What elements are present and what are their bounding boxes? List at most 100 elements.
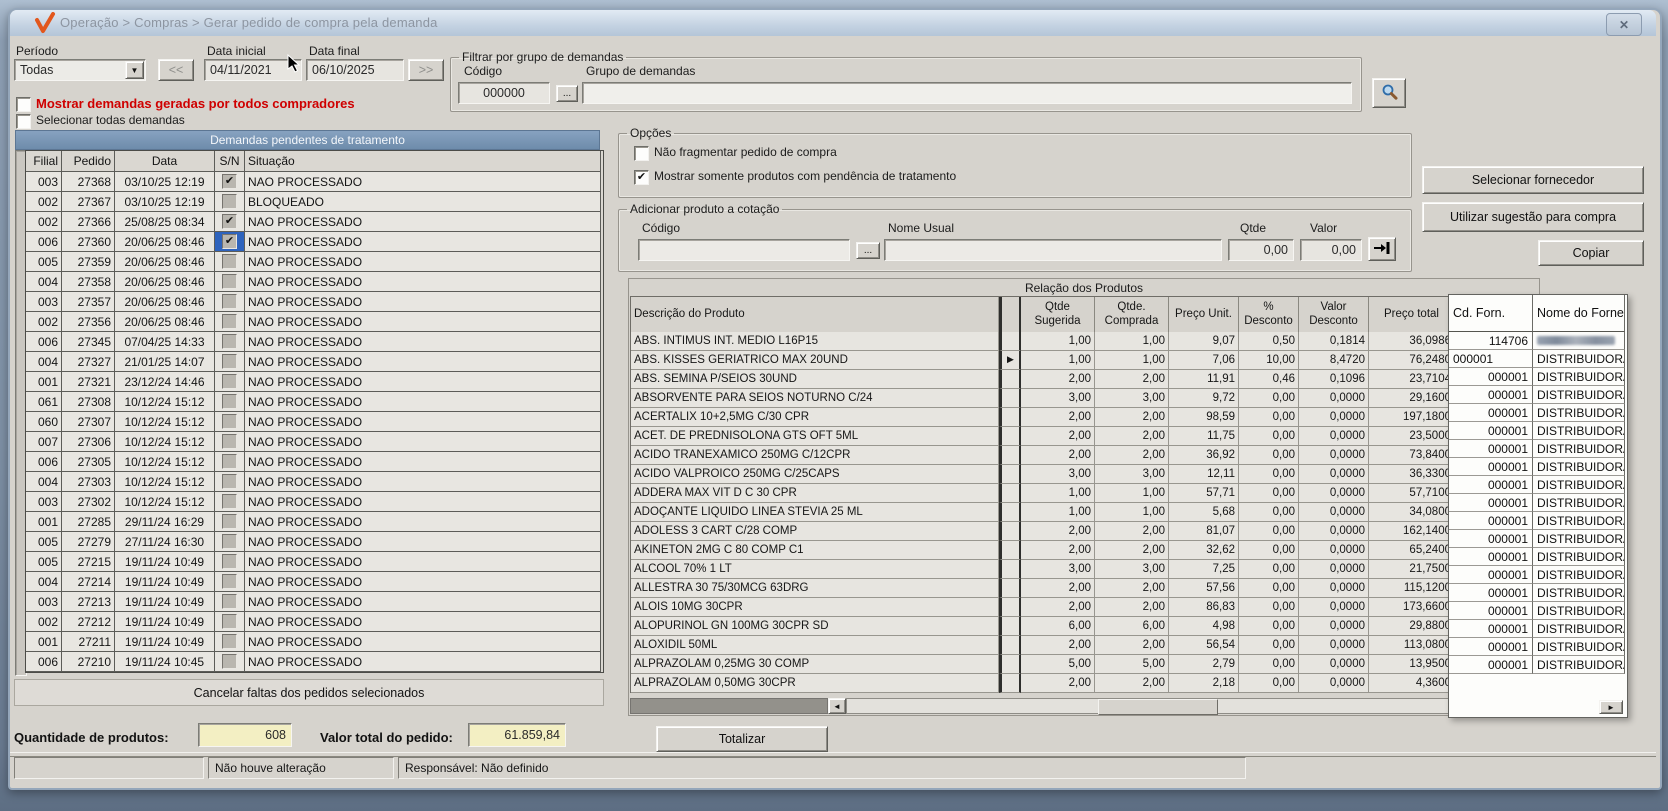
- product-row[interactable]: ABS. SEMINA P/SEIOS 30UND2,002,0011,910,…: [631, 370, 1455, 389]
- demand-row[interactable]: 0012728529/11/24 16:29NAO PROCESSADO: [26, 512, 603, 532]
- product-row[interactable]: ALCOOL 70% 1 LT3,003,007,250,000,000021,…: [631, 560, 1455, 579]
- fornecedor-row[interactable]: 000001DISTRIBUIDORA: [1449, 638, 1627, 656]
- demand-row[interactable]: 0042721419/11/24 10:49NAO PROCESSADO: [26, 572, 603, 592]
- selecionar-todas-checkbox[interactable]: [16, 114, 31, 129]
- sn-checkbox-cell[interactable]: [215, 372, 245, 392]
- demand-row[interactable]: 0032730210/12/24 15:12NAO PROCESSADO: [26, 492, 603, 512]
- fornecedor-row[interactable]: 000001DISTRIBUIDORA: [1449, 494, 1627, 512]
- fornecedor-row[interactable]: 000001DISTRIBUIDORA: [1449, 620, 1627, 638]
- utilizar-sugestao-button[interactable]: Utilizar sugestão para compra: [1422, 202, 1644, 232]
- sn-checkbox-cell[interactable]: [215, 592, 245, 612]
- demand-row[interactable]: 0032735720/06/25 08:46NAO PROCESSADO: [26, 292, 603, 312]
- demand-row[interactable]: 0042730310/12/24 15:12NAO PROCESSADO: [26, 472, 603, 492]
- nome-usual-input[interactable]: [884, 239, 1222, 261]
- demand-row[interactable]: 0062721019/11/24 10:45NAO PROCESSADO: [26, 652, 603, 672]
- cancelar-faltas-button[interactable]: Cancelar faltas dos pedidos selecionados: [14, 679, 604, 706]
- codigo-grupo-input[interactable]: 000000: [458, 82, 550, 104]
- prev-period-button[interactable]: <<: [158, 59, 194, 81]
- sn-checkbox-cell[interactable]: [215, 412, 245, 432]
- demand-row[interactable]: 0022736703/10/25 12:19BLOQUEADO: [26, 192, 603, 212]
- product-row[interactable]: ABS. KISSES GERIATRICO MAX 20UND►1,001,0…: [631, 351, 1455, 370]
- demand-row[interactable]: 0032721319/11/24 10:49NAO PROCESSADO: [26, 592, 603, 612]
- sn-checkbox-cell[interactable]: [215, 332, 245, 352]
- demand-row[interactable]: 0062734507/04/25 14:33NAO PROCESSADO: [26, 332, 603, 352]
- fornecedor-row[interactable]: 000001DISTRIBUIDORA: [1449, 458, 1627, 476]
- fornecedor-row[interactable]: 000001DISTRIBUIDORA: [1449, 566, 1627, 584]
- sn-checkbox-cell[interactable]: ✔: [215, 232, 245, 252]
- sn-checkbox-cell[interactable]: ✔: [215, 212, 245, 232]
- data-final-input[interactable]: 06/10/2025: [306, 59, 404, 81]
- scroll-left-button[interactable]: ◄: [828, 698, 846, 714]
- sn-checkbox-cell[interactable]: [215, 352, 245, 372]
- sn-checkbox-cell[interactable]: [215, 612, 245, 632]
- totalizar-button[interactable]: Totalizar: [656, 726, 828, 752]
- nao-fragmentar-checkbox[interactable]: [634, 146, 649, 161]
- demand-row[interactable]: 0022721219/11/24 10:49NAO PROCESSADO: [26, 612, 603, 632]
- mostrar-todos-checkbox[interactable]: [16, 97, 31, 112]
- demand-row[interactable]: 0022736625/08/25 08:34✔NAO PROCESSADO: [26, 212, 603, 232]
- demand-row[interactable]: 0602730710/12/24 15:12NAO PROCESSADO: [26, 412, 603, 432]
- sn-checkbox-cell[interactable]: [215, 632, 245, 652]
- product-row[interactable]: AKINETON 2MG C 80 COMP C12,002,0032,620,…: [631, 541, 1455, 560]
- sn-checkbox-cell[interactable]: [215, 652, 245, 672]
- sn-checkbox-cell[interactable]: [215, 432, 245, 452]
- grupo-demandas-input[interactable]: [582, 82, 1352, 104]
- product-row[interactable]: ACERTALIX 10+2,5MG C/30 CPR2,002,0098,59…: [631, 408, 1455, 427]
- sn-checkbox-cell[interactable]: [215, 392, 245, 412]
- demand-row[interactable]: 0062730510/12/24 15:12NAO PROCESSADO: [26, 452, 603, 472]
- sn-checkbox-cell[interactable]: [215, 292, 245, 312]
- sn-checkbox-cell[interactable]: [215, 472, 245, 492]
- demand-row[interactable]: 0612730810/12/24 15:12NAO PROCESSADO: [26, 392, 603, 412]
- close-button[interactable]: ✕: [1606, 13, 1642, 36]
- sn-checkbox-cell[interactable]: [215, 272, 245, 292]
- product-row[interactable]: ALLESTRA 30 75/30MCG 63DRG2,002,0057,560…: [631, 579, 1455, 598]
- fornecedor-row[interactable]: 000001DISTRIBUIDORA: [1449, 350, 1627, 368]
- fornecedor-row[interactable]: 000001DISTRIBUIDORA: [1449, 656, 1627, 674]
- product-row[interactable]: ADDERA MAX VIT D C 30 CPR1,001,0057,710,…: [631, 484, 1455, 503]
- product-row[interactable]: ADOÇANTE LIQUIDO LINEA STEVIA 25 ML1,001…: [631, 503, 1455, 522]
- sn-checkbox-cell[interactable]: [215, 452, 245, 472]
- scroll-right-button[interactable]: ►: [1599, 700, 1623, 714]
- pesquisar-button[interactable]: [1372, 78, 1406, 108]
- demand-row[interactable]: 0012732123/12/24 14:46NAO PROCESSADO: [26, 372, 603, 392]
- sn-checkbox-cell[interactable]: [215, 572, 245, 592]
- fornecedor-row[interactable]: 000001DISTRIBUIDORA: [1449, 584, 1627, 602]
- adicionar-codigo-input[interactable]: [638, 239, 850, 261]
- sn-checkbox-cell[interactable]: [215, 192, 245, 212]
- demand-row[interactable]: 0022735620/06/25 08:46NAO PROCESSADO: [26, 312, 603, 332]
- mostrar-somente-checkbox[interactable]: ✔: [634, 170, 649, 185]
- product-row[interactable]: ALPRAZOLAM 0,50MG 30CPR2,002,002,180,000…: [631, 674, 1455, 693]
- copiar-button[interactable]: Copiar: [1538, 240, 1644, 266]
- product-row[interactable]: ACIDO VALPROICO 250MG C/25CAPS3,003,0012…: [631, 465, 1455, 484]
- product-row[interactable]: ACET. DE PREDNISOLONA GTS OFT 5ML2,002,0…: [631, 427, 1455, 446]
- fornecedor-row[interactable]: 000001DISTRIBUIDORA: [1449, 440, 1627, 458]
- demand-row[interactable]: 0052735920/06/25 08:46NAO PROCESSADO: [26, 252, 603, 272]
- demand-row[interactable]: 0042735820/06/25 08:46NAO PROCESSADO: [26, 272, 603, 292]
- demand-row[interactable]: 0042732721/01/25 14:07NAO PROCESSADO: [26, 352, 603, 372]
- next-period-button[interactable]: >>: [408, 59, 444, 81]
- codigo-grupo-browse-button[interactable]: ...: [556, 85, 578, 102]
- product-row[interactable]: ALOXIDIL 50ML2,002,0056,540,000,0000113,…: [631, 636, 1455, 655]
- sn-checkbox-cell[interactable]: ✔: [215, 172, 245, 192]
- fornecedor-row[interactable]: 000001DISTRIBUIDORA: [1449, 404, 1627, 422]
- adicionar-browse-button[interactable]: ...: [856, 242, 880, 259]
- product-row[interactable]: ADOLESS 3 CART C/28 COMP2,002,0081,070,0…: [631, 522, 1455, 541]
- fornecedor-row[interactable]: 000001DISTRIBUIDORA: [1449, 602, 1627, 620]
- produtos-hscroll-thumb[interactable]: [1098, 699, 1218, 715]
- valor-input[interactable]: 0,00: [1300, 239, 1362, 261]
- demand-row[interactable]: 0012721119/11/24 10:49NAO PROCESSADO: [26, 632, 603, 652]
- sn-checkbox-cell[interactable]: [215, 252, 245, 272]
- adicionar-item-button[interactable]: [1368, 237, 1396, 261]
- sn-checkbox-cell[interactable]: [215, 532, 245, 552]
- product-row[interactable]: ALOIS 10MG 30CPR2,002,0086,830,000,00001…: [631, 598, 1455, 617]
- sn-checkbox-cell[interactable]: [215, 552, 245, 572]
- demand-row[interactable]: 0032736803/10/25 12:19✔NAO PROCESSADO: [26, 172, 603, 192]
- fornecedor-row[interactable]: 000001DISTRIBUIDORA: [1449, 368, 1627, 386]
- fornecedor-row[interactable]: 000001DISTRIBUIDORA: [1449, 476, 1627, 494]
- fornecedor-row[interactable]: 000001DISTRIBUIDORA: [1449, 548, 1627, 566]
- sn-checkbox-cell[interactable]: [215, 512, 245, 532]
- qtde-input[interactable]: 0,00: [1228, 239, 1294, 261]
- product-row[interactable]: ALOPURINOL GN 100MG 30CPR SD6,006,004,98…: [631, 617, 1455, 636]
- product-row[interactable]: ACIDO TRANEXAMICO 250MG C/12CPR2,002,003…: [631, 446, 1455, 465]
- fornecedor-row[interactable]: 000001DISTRIBUIDORA: [1449, 422, 1627, 440]
